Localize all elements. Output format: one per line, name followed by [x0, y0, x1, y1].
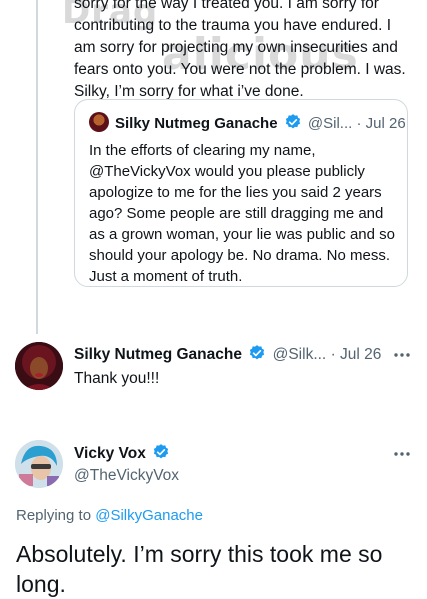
tweet-3-text: Absolutely. I’m sorry this took me so lo…: [16, 541, 383, 597]
tweet-2-date[interactable]: Jul 26: [340, 346, 381, 363]
quoted-tweet-header: Silky Nutmeg Ganache @Sil... · Jul 26: [115, 113, 406, 134]
vicky-avatar[interactable]: [15, 440, 63, 488]
quoted-tweet-date[interactable]: Jul 26: [366, 115, 406, 132]
replying-to-line: Replying to @SilkyGanache: [16, 506, 203, 526]
quoted-tweet-card[interactable]: Silky Nutmeg Ganache @Sil... · Jul 26 In…: [74, 99, 408, 287]
verified-badge-icon: [285, 114, 300, 129]
tweet-3-author-name-line: Vicky Vox: [74, 443, 172, 465]
more-options-icon[interactable]: [392, 444, 412, 464]
tweet-2-text: Thank you!!!: [74, 370, 160, 387]
verified-badge-icon: [154, 444, 169, 459]
verified-badge-icon: [250, 345, 265, 360]
thread-connector-line: [36, 0, 38, 334]
header-separator: ·: [330, 346, 336, 363]
tweet-text-apology: sorry for the way I treated you. I am so…: [74, 0, 406, 100]
replying-to-handle-link[interactable]: @SilkyGanache: [95, 507, 203, 524]
tweet-3-author-handle[interactable]: @TheVickyVox: [74, 465, 179, 487]
tweet-3-author-name[interactable]: Vicky Vox: [74, 445, 146, 462]
tweet-2-header: Silky Nutmeg Ganache @Silk... · Jul 26: [74, 344, 381, 366]
quoted-tweet-avatar[interactable]: [89, 112, 109, 132]
silky-avatar[interactable]: [15, 342, 63, 390]
tweet-2-author-handle[interactable]: @Silk...: [273, 346, 327, 363]
tweet-2-author-name[interactable]: Silky Nutmeg Ganache: [74, 346, 242, 363]
replying-to-prefix: Replying to: [16, 507, 92, 524]
quoted-tweet-text: In the efforts of clearing my name, @The…: [89, 142, 395, 285]
quoted-author-name[interactable]: Silky Nutmeg Ganache: [115, 115, 278, 132]
header-separator: ·: [356, 115, 362, 132]
quoted-author-handle[interactable]: @Sil...: [308, 115, 352, 132]
more-options-icon[interactable]: [392, 345, 412, 365]
